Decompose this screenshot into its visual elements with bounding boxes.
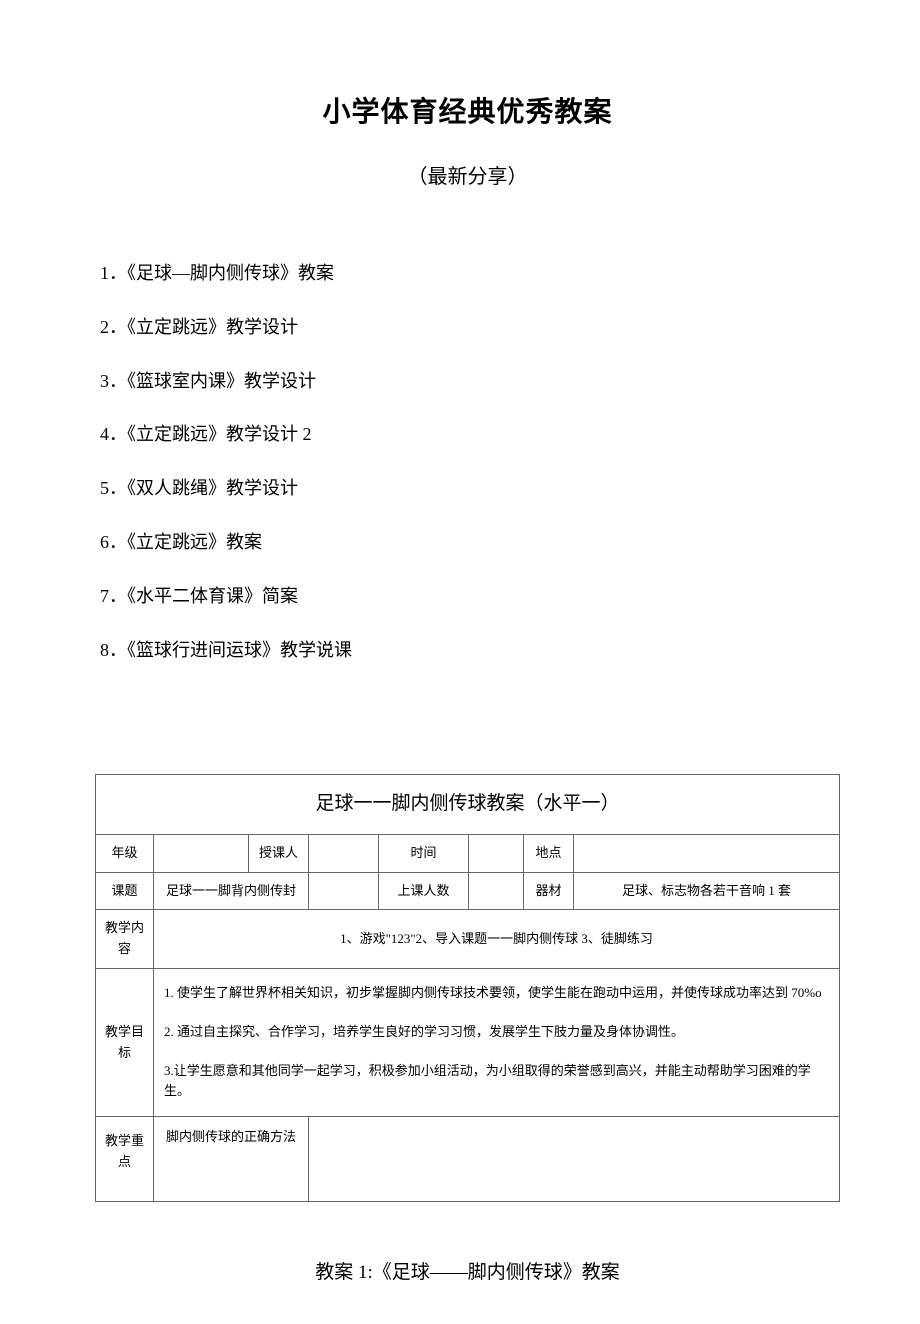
- toc-item: 4．《立定跳远》教学设计 2: [100, 420, 840, 449]
- grade-label: 年级: [96, 834, 154, 872]
- time-value: [469, 834, 524, 872]
- goal-item: 1. 使学生了解世界杯相关知识，初步掌握脚内侧传球技术要领，使学生能在跑动中运用…: [164, 983, 829, 1004]
- table-of-contents: 1．《足球—脚内侧传球》教案 2．《立定跳远》教学设计 3．《篮球室内课》教学设…: [95, 259, 840, 664]
- footer-lesson-title: 教案 1:《足球——脚内侧传球》教案: [95, 1257, 840, 1284]
- toc-item: 7．《水平二体育课》简案: [100, 582, 840, 611]
- page-title: 小学体育经典优秀教案: [95, 90, 840, 130]
- toc-item: 8．《篮球行进间运球》教学说课: [100, 636, 840, 665]
- count-label: 上课人数: [379, 872, 469, 910]
- table-row: 教学目标 1. 使学生了解世界杯相关知识，初步掌握脚内侧传球技术要领，使学生能在…: [96, 968, 840, 1116]
- toc-item: 6．《立定跳远》教案: [100, 528, 840, 557]
- place-value: [574, 834, 840, 872]
- teacher-value: [309, 834, 379, 872]
- toc-item: 2．《立定跳远》教学设计: [100, 313, 840, 342]
- goals-label: 教学目标: [96, 968, 154, 1116]
- equipment-value: 足球、标志物各若干音响 1 套: [574, 872, 840, 910]
- table-row: 课题 足球一一脚背内侧传封 上课人数 器材 足球、标志物各若干音响 1 套: [96, 872, 840, 910]
- page-subtitle: （最新分享）: [95, 160, 840, 189]
- equipment-label: 器材: [524, 872, 574, 910]
- table-row: 年级 授课人 时间 地点: [96, 834, 840, 872]
- goal-item: 3.让学生愿意和其他同学一起学习，积极参加小组活动，为小组取得的荣誉感到高兴，并…: [164, 1061, 829, 1103]
- content-label: 教学内容: [96, 910, 154, 969]
- teacher-label: 授课人: [249, 834, 309, 872]
- count-value: [469, 872, 524, 910]
- grade-value: [154, 834, 249, 872]
- goal-item: 2. 通过自主探究、合作学习，培养学生良好的学习习惯，发展学生下肢力量及身体协调…: [164, 1022, 829, 1043]
- empty-cell: [309, 1117, 840, 1202]
- lesson-plan-table: 足球一一脚内侧传球教案（水平一） 年级 授课人 时间 地点 课题 足球一一脚背内…: [95, 774, 840, 1201]
- table-row: 教学重点 脚内侧传球的正确方法: [96, 1117, 840, 1202]
- place-label: 地点: [524, 834, 574, 872]
- focus-value: 脚内侧传球的正确方法: [154, 1117, 309, 1202]
- time-label: 时间: [379, 834, 469, 872]
- toc-item: 3．《篮球室内课》教学设计: [100, 367, 840, 396]
- topic-label: 课题: [96, 872, 154, 910]
- topic-value: 足球一一脚背内侧传封: [154, 872, 309, 910]
- table-row: 足球一一脚内侧传球教案（水平一）: [96, 775, 840, 834]
- table-row: 教学内容 1、游戏"123"2、导入课题一一脚内侧传球 3、徒脚练习: [96, 910, 840, 969]
- content-value: 1、游戏"123"2、导入课题一一脚内侧传球 3、徒脚练习: [154, 910, 840, 969]
- toc-item: 1．《足球—脚内侧传球》教案: [100, 259, 840, 288]
- table-title: 足球一一脚内侧传球教案（水平一）: [96, 775, 840, 834]
- toc-item: 5．《双人跳绳》教学设计: [100, 474, 840, 503]
- focus-label: 教学重点: [96, 1117, 154, 1202]
- goals-value: 1. 使学生了解世界杯相关知识，初步掌握脚内侧传球技术要领，使学生能在跑动中运用…: [154, 968, 840, 1116]
- empty-cell: [309, 872, 379, 910]
